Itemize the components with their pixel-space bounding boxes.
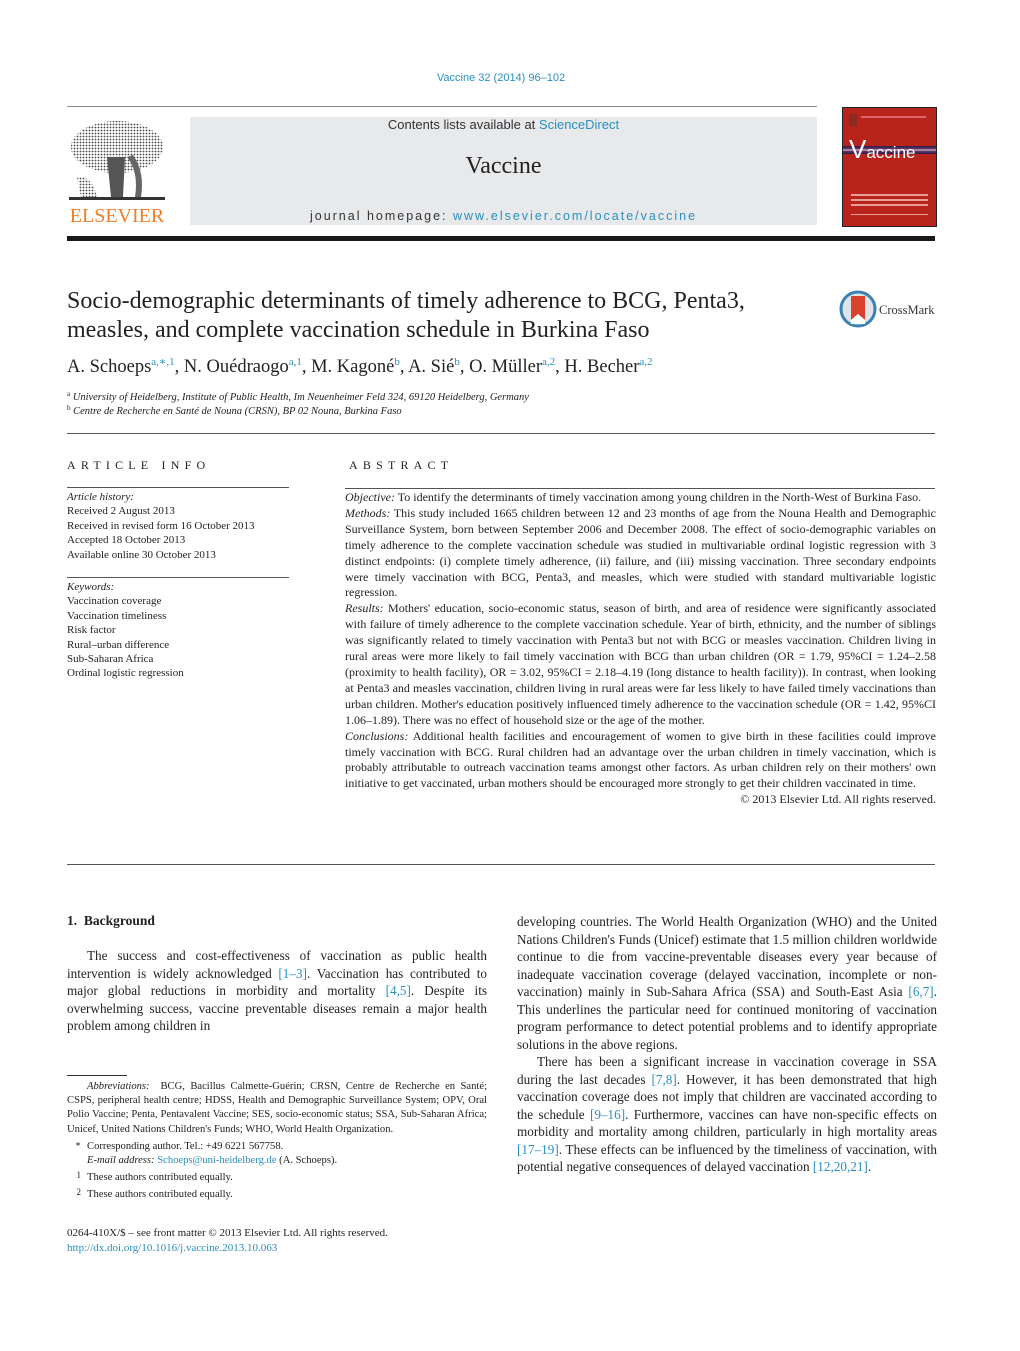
author-affiliation-marks[interactable]: b xyxy=(454,356,460,368)
citation-link[interactable]: [6,7] xyxy=(908,984,933,999)
abstract-methods: Methods: This study included 1665 childr… xyxy=(345,505,936,600)
crossmark-button[interactable]: CrossMark xyxy=(839,290,939,330)
journal-homepage: journal homepage: www.elsevier.com/locat… xyxy=(309,209,698,223)
author-list: A. Schoepsa,∗,1, N. Ouédraogoa,1, M. Kag… xyxy=(67,356,653,378)
author[interactable]: M. Kagonéb xyxy=(311,356,400,378)
doi-link[interactable]: http://dx.doi.org/10.1016/j.vaccine.2013… xyxy=(67,1242,277,1254)
keyword: Sub-Saharan Africa xyxy=(67,653,154,666)
email-footnote: E-mail address: Schoeps@uni-heidelberg.d… xyxy=(87,1155,338,1167)
body-paragraph: developing countries. The World Health O… xyxy=(517,914,937,1052)
cover-title: Vaccine xyxy=(849,134,916,164)
abstract-divider xyxy=(345,488,935,489)
author[interactable]: A. Siéb xyxy=(408,356,460,378)
citation-link[interactable]: [9–16] xyxy=(590,1107,625,1122)
history-item: Available online 30 October 2013 xyxy=(67,548,216,561)
cover-header-bar xyxy=(861,116,926,118)
body-paragraph: There has been a significant increase in… xyxy=(517,1054,937,1174)
corresponding-author-footnote: ∗ Corresponding author. Tel.: +49 6221 56… xyxy=(74,1138,284,1152)
author[interactable]: N. Ouédraogoa,1 xyxy=(184,356,302,378)
author-affiliation-marks[interactable]: b xyxy=(394,356,400,368)
footnote-divider xyxy=(67,1075,127,1076)
front-matter: 0264-410X/$ – see front matter © 2013 El… xyxy=(67,1226,388,1256)
cover-publisher-mark xyxy=(849,114,857,126)
author-affiliation-marks[interactable]: a,2 xyxy=(639,356,652,368)
author-affiliation-marks[interactable]: a,1 xyxy=(289,356,302,368)
history-item: Received 2 August 2013 xyxy=(67,505,175,518)
article-history: Article history: Received 2 August 2013 … xyxy=(67,490,297,562)
journal-masthead: Contents lists available at ScienceDirec… xyxy=(190,117,817,225)
citation-link[interactable]: [7,8] xyxy=(651,1072,676,1087)
author-affiliation-marks[interactable]: a,∗,1 xyxy=(151,356,174,368)
keywords: Keywords: Vaccination coverage Vaccinati… xyxy=(67,580,297,681)
header-thick-divider xyxy=(67,236,935,241)
issn-line: 0264-410X/$ – see front matter © 2013 El… xyxy=(67,1227,388,1239)
abstract-body: Objective: To identify the determinants … xyxy=(345,490,936,808)
body-left-column: The success and cost-effectiveness of va… xyxy=(67,947,487,1035)
journal-name: Vaccine xyxy=(465,153,542,179)
author[interactable]: O. Müllera,2 xyxy=(469,356,555,378)
elsevier-wordmark: ELSEVIER xyxy=(69,205,165,227)
history-item: Accepted 18 October 2013 xyxy=(67,534,186,547)
contents-availability: Contents lists available at ScienceDirec… xyxy=(387,117,620,132)
citation-link[interactable]: [1–3] xyxy=(278,966,307,981)
abstract-heading: ABSTRACT xyxy=(349,458,454,472)
abstract-results: Results: Mothers' education, socio-econo… xyxy=(345,601,936,727)
keyword: Ordinal logistic regression xyxy=(67,667,184,680)
sciencedirect-link[interactable]: ScienceDirect xyxy=(539,117,619,132)
article-title: Socio-demographic determinants of timely… xyxy=(67,288,745,343)
article-info-divider xyxy=(67,487,289,488)
journal-cover-thumbnail[interactable]: Vaccine xyxy=(842,107,937,227)
email-link[interactable]: Schoeps@uni-heidelberg.de xyxy=(157,1155,276,1166)
keyword: Risk factor xyxy=(67,624,116,637)
author[interactable]: A. Schoepsa,∗,1 xyxy=(67,356,175,378)
crossmark-label: CrossMark xyxy=(879,303,935,317)
citation-link[interactable]: [17–19] xyxy=(517,1142,559,1157)
equal-contribution-footnote: 2 These authors contributed equally. xyxy=(76,1187,233,1201)
author-affiliation-marks[interactable]: a,2 xyxy=(542,356,555,368)
cover-text-line xyxy=(851,194,928,196)
body-right-column: developing countries. The World Health O… xyxy=(517,913,937,1176)
body-paragraph: The success and cost-effectiveness of va… xyxy=(67,948,488,1033)
crossmark-icon xyxy=(839,290,877,328)
abstract-copyright: © 2013 Elsevier Ltd. All rights reserved… xyxy=(740,792,936,807)
affiliation: b Centre de Recherche en Santé de Nouna … xyxy=(67,404,402,417)
abstract-bottom-divider xyxy=(67,864,935,865)
header-divider xyxy=(67,106,817,107)
footnotes: Abbreviations: BCG, Bacillus Calmette-Gu… xyxy=(67,1080,487,1203)
abbreviations-footnote: Abbreviations: BCG, Bacillus Calmette-Gu… xyxy=(67,1081,488,1135)
cover-text-line xyxy=(851,204,928,206)
journal-homepage-link[interactable]: www.elsevier.com/locate/vaccine xyxy=(453,209,697,223)
equal-contribution-footnote: 1 These authors contributed equally. xyxy=(76,1170,233,1184)
journal-reference-link[interactable]: Vaccine 32 (2014) 96–102 xyxy=(0,72,1002,84)
keyword: Rural–urban difference xyxy=(67,638,170,651)
abstract-objective: Objective: To identify the determinants … xyxy=(345,490,922,504)
article-info-heading: ARTICLE INFO xyxy=(67,458,211,472)
keywords-divider xyxy=(67,577,289,578)
cover-text-line xyxy=(851,214,928,215)
keywords-label: Keywords: xyxy=(67,581,115,593)
abstract-conclusions: Conclusions: Additional health facilitie… xyxy=(345,728,936,791)
author[interactable]: H. Bechera,2 xyxy=(564,356,652,378)
citation-link[interactable]: [12,20,21] xyxy=(813,1159,868,1174)
keyword: Vaccination timeliness xyxy=(67,609,167,622)
keyword: Vaccination coverage xyxy=(67,595,162,608)
citation-link[interactable]: [4,5] xyxy=(386,983,411,998)
title-divider xyxy=(67,433,935,434)
section-heading-background: 1. Background xyxy=(67,913,155,928)
article-history-label: Article history: xyxy=(67,491,134,503)
history-item: Received in revised form 16 October 2013 xyxy=(67,519,255,532)
cover-text-line xyxy=(851,199,928,201)
affiliation: a University of Heidelberg, Institute of… xyxy=(67,390,529,403)
